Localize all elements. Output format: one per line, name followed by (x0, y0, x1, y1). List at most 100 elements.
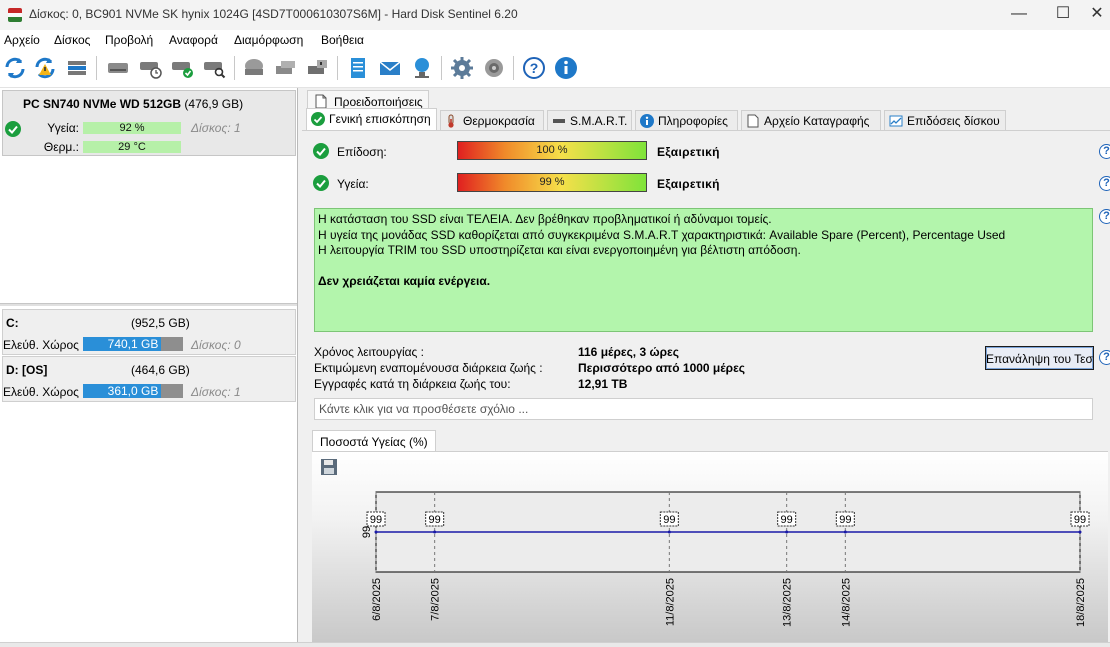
disk-check-icon[interactable] (170, 55, 196, 81)
speaker-icon[interactable] (481, 55, 507, 81)
disk-list-panel: PC SN740 NVMe WD 512GB (476,9 GB) Υγεία:… (0, 88, 298, 642)
details-panel: Προειδοποιήσεις Γενική επισκόπηση Θερμοκ… (302, 88, 1110, 643)
document-icon (746, 114, 760, 128)
tab-label: S.M.A.R.T. (570, 114, 628, 128)
status-bar (0, 642, 1110, 647)
health-verdict: Εξαιρετική (657, 177, 720, 191)
data-point (1078, 530, 1082, 534)
network-icon[interactable] (409, 55, 435, 81)
volume-card-d[interactable]: D: [OS] (464,6 GB) Ελεύθ. Χώρος 361,0 GB… (2, 356, 296, 402)
data-point (667, 530, 671, 534)
data-point (433, 530, 437, 534)
tab-health-chart[interactable]: Ποσοστά Υγείας (%) (312, 430, 436, 452)
maximize-button[interactable]: ☐ (1040, 0, 1086, 30)
disk-surface-icon[interactable] (241, 55, 267, 81)
disk-name: PC SN740 NVMe WD 512GB (23, 97, 182, 111)
tab-alerts-label: Προειδοποιήσεις (334, 95, 423, 109)
status-ok-icon (5, 121, 21, 137)
disk-list-icon[interactable] (64, 55, 90, 81)
x-tick-label: 7/8/2025 (430, 578, 442, 621)
info-icon (640, 114, 654, 128)
performance-verdict: Εξαιρετική (657, 145, 720, 159)
help-icon[interactable]: ? (521, 55, 547, 81)
toolbar-separator (96, 56, 97, 80)
title-bar: Δίσκος: 0, BC901 NVMe SK hynix 1024G [4S… (0, 0, 1110, 30)
menu-configuration[interactable]: Διαμόρφωση (234, 33, 303, 47)
tab-label: Θερμοκρασία (463, 114, 535, 128)
menu-disk[interactable]: Δίσκος (54, 33, 90, 47)
status-line: Η υγεία της μονάδας SSD καθορίζεται από … (318, 227, 1006, 242)
free-space-bar: 740,1 GB (83, 337, 183, 351)
tab-label: Επιδόσεις δίσκου (907, 114, 1000, 128)
disk-ref: Δίσκος: 1 (191, 121, 241, 135)
volume-disk-ref: Δίσκος: 1 (191, 385, 241, 399)
data-point (785, 530, 789, 534)
help-icon[interactable]: ? (1099, 350, 1110, 365)
performance-ok-icon (313, 143, 329, 159)
disk-usb-icon[interactable] (305, 55, 331, 81)
x-tick-label: 11/8/2025 (664, 578, 676, 626)
tab-temperature[interactable]: Θερμοκρασία (440, 110, 544, 130)
help-icon[interactable]: ? (1099, 176, 1110, 191)
settings-icon[interactable] (449, 55, 475, 81)
help-icon[interactable]: ? (1099, 209, 1110, 224)
disk-search-icon[interactable] (202, 55, 228, 81)
comment-input[interactable] (314, 398, 1093, 420)
status-action: Δεν χρειάζεται καμία ενέργεια. (318, 273, 491, 288)
volume-name: C: (6, 316, 19, 330)
free-space-label: Ελεύθ. Χώρος (3, 338, 79, 352)
info-icon[interactable] (553, 55, 579, 81)
x-tick-label: 13/8/2025 (782, 578, 794, 627)
volume-disk-ref: Δίσκος: 0 (191, 338, 241, 352)
lifetime-value: Περισσότερο από 1000 μέρες (578, 361, 746, 375)
mail-icon[interactable] (377, 55, 403, 81)
tab-information[interactable]: Πληροφορίες (635, 110, 738, 130)
tab-log[interactable]: Αρχείο Καταγραφής (741, 110, 881, 130)
menu-file[interactable]: Αρχείο (4, 33, 40, 47)
disk-card[interactable]: PC SN740 NVMe WD 512GB (476,9 GB) Υγεία:… (2, 90, 296, 156)
menu-view[interactable]: Προβολή (105, 33, 153, 47)
free-space-label: Ελεύθ. Χώρος (3, 385, 79, 399)
tab-label: Γενική επισκόπηση (329, 112, 431, 126)
report-icon[interactable] (345, 55, 371, 81)
toolbar-separator (513, 56, 514, 80)
toolbar-separator (234, 56, 235, 80)
lifetime-label: Εκτιμώμενη εναπομένουσα διάρκεια ζωής : (314, 361, 543, 375)
refresh-warning-icon[interactable] (32, 55, 58, 81)
tab-performance[interactable]: Επιδόσεις δίσκου (884, 110, 1006, 130)
tab-label: Πληροφορίες (658, 114, 728, 128)
tab-label: Αρχείο Καταγραφής (764, 114, 870, 128)
menu-bar: Αρχείο Δίσκος Προβολή Αναφορά Διαμόρφωση… (0, 30, 1110, 50)
status-line: Η κατάσταση του SSD είναι ΤΕΛΕΙΑ. Δεν βρ… (318, 212, 772, 226)
window-title: Δίσκος: 0, BC901 NVMe SK hynix 1024G [4S… (29, 7, 518, 21)
retest-button[interactable]: Επανάληψη του Τεσ (985, 346, 1094, 370)
disk-icon[interactable] (105, 55, 131, 81)
refresh-icon[interactable] (2, 55, 28, 81)
status-line: Η λειτουργία TRIM του SSD υποστηρίζεται … (318, 243, 801, 257)
disk-eject-icon[interactable] (273, 55, 299, 81)
disk-icon (552, 114, 566, 128)
menu-help[interactable]: Βοήθεια (321, 33, 364, 47)
minimize-button[interactable]: — (996, 0, 1042, 30)
volume-size: (952,5 GB) (131, 316, 190, 330)
close-button[interactable]: ✕ (1084, 0, 1110, 30)
x-tick-label: 18/8/2025 (1075, 578, 1087, 627)
x-tick-label: 6/8/2025 (371, 578, 383, 621)
volume-card-c[interactable]: C: (952,5 GB) Ελεύθ. Χώρος 740,1 GB Δίσκ… (2, 309, 296, 355)
svg-text:?: ? (530, 60, 539, 76)
data-point (374, 530, 378, 534)
disk-size: (476,9 GB) (184, 97, 244, 111)
data-point (843, 530, 847, 534)
data-label: 99 (839, 514, 851, 526)
tab-smart[interactable]: S.M.A.R.T. (547, 110, 632, 130)
data-label: 99 (781, 514, 793, 526)
save-icon[interactable] (320, 458, 338, 476)
free-space-bar: 361,0 GB (83, 384, 183, 398)
tab-overview[interactable]: Γενική επισκόπηση (306, 108, 437, 130)
menu-report[interactable]: Αναφορά (169, 33, 218, 47)
help-icon[interactable]: ? (1099, 144, 1110, 159)
disk-clock-icon[interactable] (138, 55, 164, 81)
health-bar: 99 % (457, 173, 647, 192)
panel-splitter[interactable] (0, 303, 297, 306)
volume-name: D: [OS] (6, 363, 48, 377)
